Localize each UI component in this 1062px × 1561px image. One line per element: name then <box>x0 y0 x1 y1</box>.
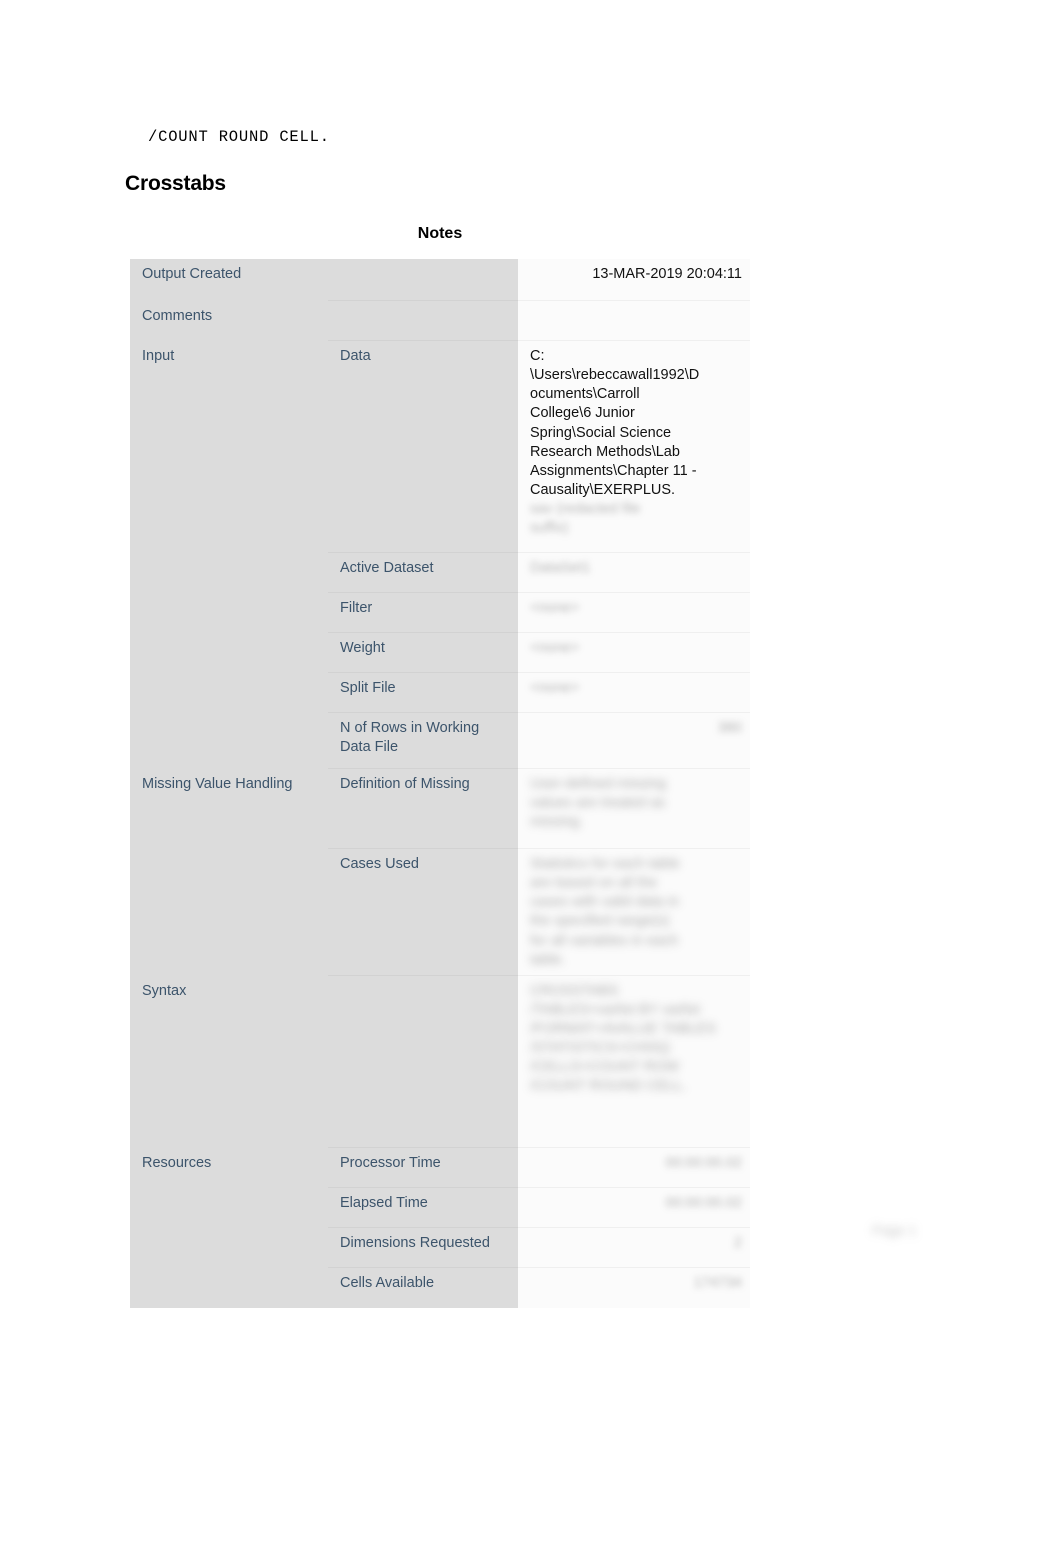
row-label-comments: Comments <box>130 301 328 341</box>
row-value-split-file: <none> <box>518 673 750 713</box>
row-label-output-created: Output Created <box>130 259 328 301</box>
row-value-definition-of-missing: User-defined missing values are treated … <box>518 769 750 849</box>
row-sublabel-cases-used: Cases Used <box>328 849 518 976</box>
row-sublabel-syntax <box>328 975 518 1148</box>
row-label-resources: Resources <box>130 1147 328 1308</box>
redacted-value: 00:00:00.02 <box>665 1194 742 1211</box>
redacted-value: 380 <box>717 720 742 736</box>
row-sublabel-active-dataset: Active Dataset <box>328 553 518 593</box>
table-row: Missing Value Handling Definition of Mis… <box>130 769 750 976</box>
row-sublabel-output-created <box>328 259 518 301</box>
redacted-value: <none> <box>530 600 580 616</box>
page-title: Crosstabs <box>125 172 226 195</box>
row-sublabel-filter: Filter <box>328 593 518 633</box>
row-value-processor-time: 00:00:00.02 <box>518 1147 750 1188</box>
row-value-data: C: \Users\rebeccawall1992\D ocuments\Car… <box>518 341 750 553</box>
row-label-input: Input <box>130 341 328 769</box>
page-number-stamp: Page 1 <box>872 1222 917 1238</box>
row-value-active-dataset: DataSet1 <box>518 553 750 593</box>
redacted-value: 174734 <box>693 1274 742 1291</box>
table-row: Input Data C: \Users\rebeccawall1992\D o… <box>130 341 750 769</box>
row-sublabel-processor-time: Processor Time <box>328 1147 518 1188</box>
redacted-value: 00:00:00.02 <box>665 1154 742 1171</box>
row-sublabel-n-of-rows: N of Rows in Working Data File <box>328 713 518 769</box>
row-sublabel-elapsed-time: Elapsed Time <box>328 1187 518 1228</box>
row-value-elapsed-time: 00:00:00.02 <box>518 1187 750 1228</box>
redacted-value: CROSSTABS /TABLES=varlist BY varlist /FO… <box>530 982 717 1095</box>
row-sublabel-comments <box>328 301 518 341</box>
table-row: Comments <box>130 301 750 341</box>
data-file-path-redacted: sav (redacted file suffix) <box>530 501 641 537</box>
row-sublabel-definition-of-missing: Definition of Missing <box>328 769 518 849</box>
row-value-filter: <none> <box>518 593 750 633</box>
row-sublabel-dimensions-requested: Dimensions Requested <box>328 1227 518 1268</box>
row-sublabel-weight: Weight <box>328 633 518 673</box>
row-sublabel-cells-available: Cells Available <box>328 1267 518 1308</box>
row-sublabel-split-file: Split File <box>328 673 518 713</box>
row-value-cells-available: 174734 <box>518 1267 750 1308</box>
data-file-path: C: \Users\rebeccawall1992\D ocuments\Car… <box>530 348 700 498</box>
table-row: Syntax CROSSTABS /TABLES=varlist BY varl… <box>130 975 750 1148</box>
row-value-output-created: 13-MAR-2019 20:04:11 <box>518 259 750 301</box>
redacted-value: User-defined missing values are treated … <box>530 776 667 831</box>
row-value-syntax: CROSSTABS /TABLES=varlist BY varlist /FO… <box>518 975 750 1148</box>
redacted-value: <none> <box>530 680 580 696</box>
notes-table-title: Notes <box>417 225 463 242</box>
syntax-command-line: /COUNT ROUND CELL. <box>148 128 330 146</box>
row-label-syntax: Syntax <box>130 975 328 1148</box>
row-value-n-of-rows: 380 <box>518 713 750 769</box>
redacted-value: Statistics for each table are based on a… <box>530 856 680 968</box>
row-value-dimensions-requested: 2 <box>518 1227 750 1268</box>
row-label-missing-value-handling: Missing Value Handling <box>130 769 328 976</box>
redacted-value: <none> <box>530 640 580 656</box>
row-value-comments <box>518 301 750 341</box>
redacted-value: 2 <box>733 1234 742 1251</box>
row-value-cases-used: Statistics for each table are based on a… <box>518 849 750 976</box>
redacted-value: DataSet1 <box>530 560 591 576</box>
notes-table: Output Created 13-MAR-2019 20:04:11 Comm… <box>130 259 750 1308</box>
table-row: Output Created 13-MAR-2019 20:04:11 <box>130 259 750 301</box>
row-value-weight: <none> <box>518 633 750 673</box>
table-row: Resources Processor Time 00:00:00.02 <box>130 1147 750 1308</box>
row-sublabel-data: Data <box>328 341 518 553</box>
